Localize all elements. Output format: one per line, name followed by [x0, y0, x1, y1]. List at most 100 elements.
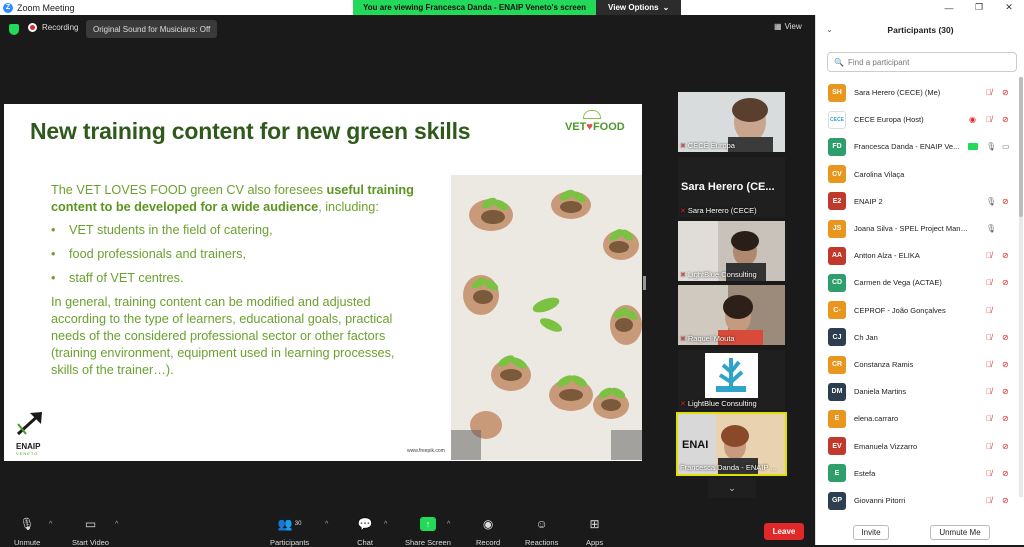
share-options-caret-icon[interactable]: ^	[447, 521, 450, 528]
meeting-area: Recording Original Sound for Musicians: …	[0, 15, 815, 547]
apps-button[interactable]: ⊞ Apps	[586, 517, 603, 547]
participants-button[interactable]: 👥 30 Participants	[270, 517, 309, 547]
participant-row[interactable]: SH Sara Herero (CECE) (Me) 🎙̸ ⊘	[816, 79, 1021, 106]
view-options-button[interactable]: View Options ⌄	[596, 0, 682, 15]
audio-options-caret-icon[interactable]: ^	[49, 521, 52, 528]
participant-name: Daniela Martins	[854, 387, 907, 397]
participant-row[interactable]: CR Constanza Ramis 🎙̸ ⊘	[816, 351, 1021, 378]
share-screen-button[interactable]: ↑ Share Screen	[405, 517, 451, 547]
participant-row[interactable]: AA Antton Alza - ELIKA 🎙̸ ⊘	[816, 242, 1021, 269]
video-off-icon: ⊘	[1002, 332, 1009, 342]
participant-name: elena.carraro	[854, 414, 899, 424]
participant-list-scrollbar[interactable]	[1019, 77, 1023, 497]
record-icon: ◉	[482, 517, 494, 531]
avatar: CD	[828, 273, 846, 292]
video-thumbnail[interactable]: Sara Herero (CE... ✕ Sara Herero (CECE)	[678, 157, 785, 217]
logo-food: FOOD	[592, 121, 625, 133]
chevron-down-icon: ⌄	[662, 3, 670, 12]
recording-indicator[interactable]: Recording	[28, 23, 78, 32]
participant-row[interactable]: Eelena.carraro 🎙̸ ⊘	[816, 405, 1021, 432]
maximize-button[interactable]: ❐	[964, 0, 994, 15]
chat-options-caret-icon[interactable]: ^	[384, 521, 387, 528]
participant-name: Constanza Ramis	[854, 360, 914, 369]
video-thumbnail[interactable]: ✕ Raquel Mouta	[678, 285, 785, 345]
avatar: CR	[828, 355, 846, 374]
thumbnail-name: LightBlue Consulting	[687, 270, 757, 279]
mic-muted-icon: 🎙	[19, 517, 35, 531]
chat-icon: 💬	[357, 517, 373, 531]
enaip-arrow-icon	[16, 412, 42, 436]
mic-muted-icon: ✕	[680, 400, 686, 408]
split-drag-handle[interactable]	[643, 276, 646, 290]
record-button[interactable]: ◉ Record	[476, 517, 500, 547]
unmute-button[interactable]: 🎙 Unmute	[14, 517, 40, 547]
recording-icon: ◉	[969, 115, 976, 125]
video-thumbnail[interactable]: ✕ CECE Europa	[678, 92, 785, 152]
avatar: CECE	[828, 110, 846, 129]
participant-row[interactable]: FD Francesca Danda - ENAIP Ve... 🎙 ▭	[816, 133, 1021, 160]
video-thumbnail-active-speaker[interactable]: ENAI Francesca Danda - ENAIP ...	[676, 412, 787, 476]
close-button[interactable]: ✕	[994, 0, 1024, 15]
mic-muted-icon: ✕	[680, 142, 686, 150]
participants-count: 30	[294, 521, 302, 527]
video-options-caret-icon[interactable]: ^	[115, 521, 118, 528]
invite-button[interactable]: Invite	[853, 525, 889, 540]
participant-search-input[interactable]: 🔍 Find a participant	[827, 52, 1017, 72]
record-label: Record	[476, 538, 501, 547]
view-button[interactable]: ▦ View	[774, 22, 802, 31]
participant-row[interactable]: GP Giovanni Pitorri 🎙̸ ⊘	[816, 487, 1021, 514]
shared-slide: New training content for new green skill…	[4, 104, 642, 461]
participant-row[interactable]: CECE CECE Europa (Host) ◉ 🎙̸ ⊘	[816, 106, 1021, 133]
original-sound-button[interactable]: Original Sound for Musicians: Off	[86, 20, 218, 38]
participant-row[interactable]: CJ Ch Jan 🎙̸ ⊘	[816, 324, 1021, 351]
participant-row[interactable]: JS Joana Silva - SPEL Project Manageme...…	[816, 215, 1021, 242]
screen-share-icon	[968, 143, 978, 151]
vet-loves-food-logo: VET♥FOOD	[565, 110, 625, 133]
video-off-icon: ⊘	[1002, 496, 1009, 505]
video-off-icon: ⊘	[1002, 278, 1009, 288]
share-screen-icon: ↑	[419, 517, 436, 531]
meeting-topbar: Recording Original Sound for Musicians: …	[0, 15, 815, 43]
intro-end-text: , including:	[318, 200, 379, 214]
scroll-thumbnails-down-button[interactable]: ⌄	[708, 478, 756, 498]
participant-row[interactable]: E2 ENAIP 2 🎙 ⊘	[816, 188, 1021, 215]
video-thumbnail[interactable]: ✕ LightBlue Consulting	[678, 350, 785, 410]
mic-muted-icon: ✕	[680, 271, 686, 279]
svg-text:ENAI: ENAI	[682, 439, 708, 451]
video-off-icon: ⊘	[1002, 115, 1009, 125]
shield-icon[interactable]	[9, 24, 19, 35]
mic-on-icon: 🎙	[986, 142, 997, 152]
mic-muted-icon: 🎙̸	[986, 360, 992, 369]
slide-closing: In general, training content can be modi…	[51, 295, 395, 377]
start-video-button[interactable]: ▭ Start Video	[72, 517, 109, 547]
participant-name: CEPROF - João Gonçalves	[854, 305, 946, 315]
reactions-button[interactable]: ☺ Reactions	[525, 517, 558, 547]
thumbnail-name: Sara Herero (CECE)	[687, 206, 757, 215]
leave-button[interactable]: Leave	[764, 523, 804, 540]
mic-muted-icon: ✕	[680, 335, 686, 343]
participant-row[interactable]: CD Carmen de Vega (ACTAE) 🎙̸ ⊘	[816, 269, 1021, 296]
slide-bullets: VET students in the field of catering, f…	[51, 222, 423, 287]
participant-name: Antton Alza - ELIKA	[854, 251, 920, 261]
participant-row[interactable]: CV Carolina Vilaça	[816, 161, 1021, 188]
minimize-button[interactable]: —	[934, 0, 964, 15]
chat-button[interactable]: 💬 Chat	[357, 517, 373, 547]
participant-row[interactable]: C- CEPROF - João Gonçalves 🎙̸	[816, 297, 1021, 324]
video-off-icon: ▭	[84, 517, 97, 531]
thumbnail-name: Raquel Mouta	[687, 334, 735, 343]
avatar: GP	[828, 491, 846, 510]
participant-row[interactable]: EV Emanuela Vizzarro 🎙̸ ⊘	[816, 433, 1021, 460]
image-credit: www.freepik.com	[407, 448, 445, 454]
slide-body: The VET LOVES FOOD green CV also foresee…	[51, 182, 423, 379]
unmute-me-button[interactable]: Unmute Me	[930, 525, 990, 540]
video-thumbnail[interactable]: ✕ LightBlue Consulting	[678, 221, 785, 281]
mic-on-icon: 🎙	[986, 224, 997, 233]
participant-row[interactable]: E Estefa 🎙̸ ⊘	[816, 460, 1021, 487]
apps-icon: ⊞	[589, 517, 600, 531]
participant-row[interactable]: DM Daniela Martins 🎙̸ ⊘	[816, 378, 1021, 405]
chevron-down-icon: ⌄	[728, 482, 736, 493]
recording-label: Recording	[42, 23, 79, 32]
leaf-icon	[583, 110, 601, 119]
participants-options-caret-icon[interactable]: ^	[325, 521, 328, 528]
mic-muted-icon: 🎙̸	[986, 251, 992, 261]
